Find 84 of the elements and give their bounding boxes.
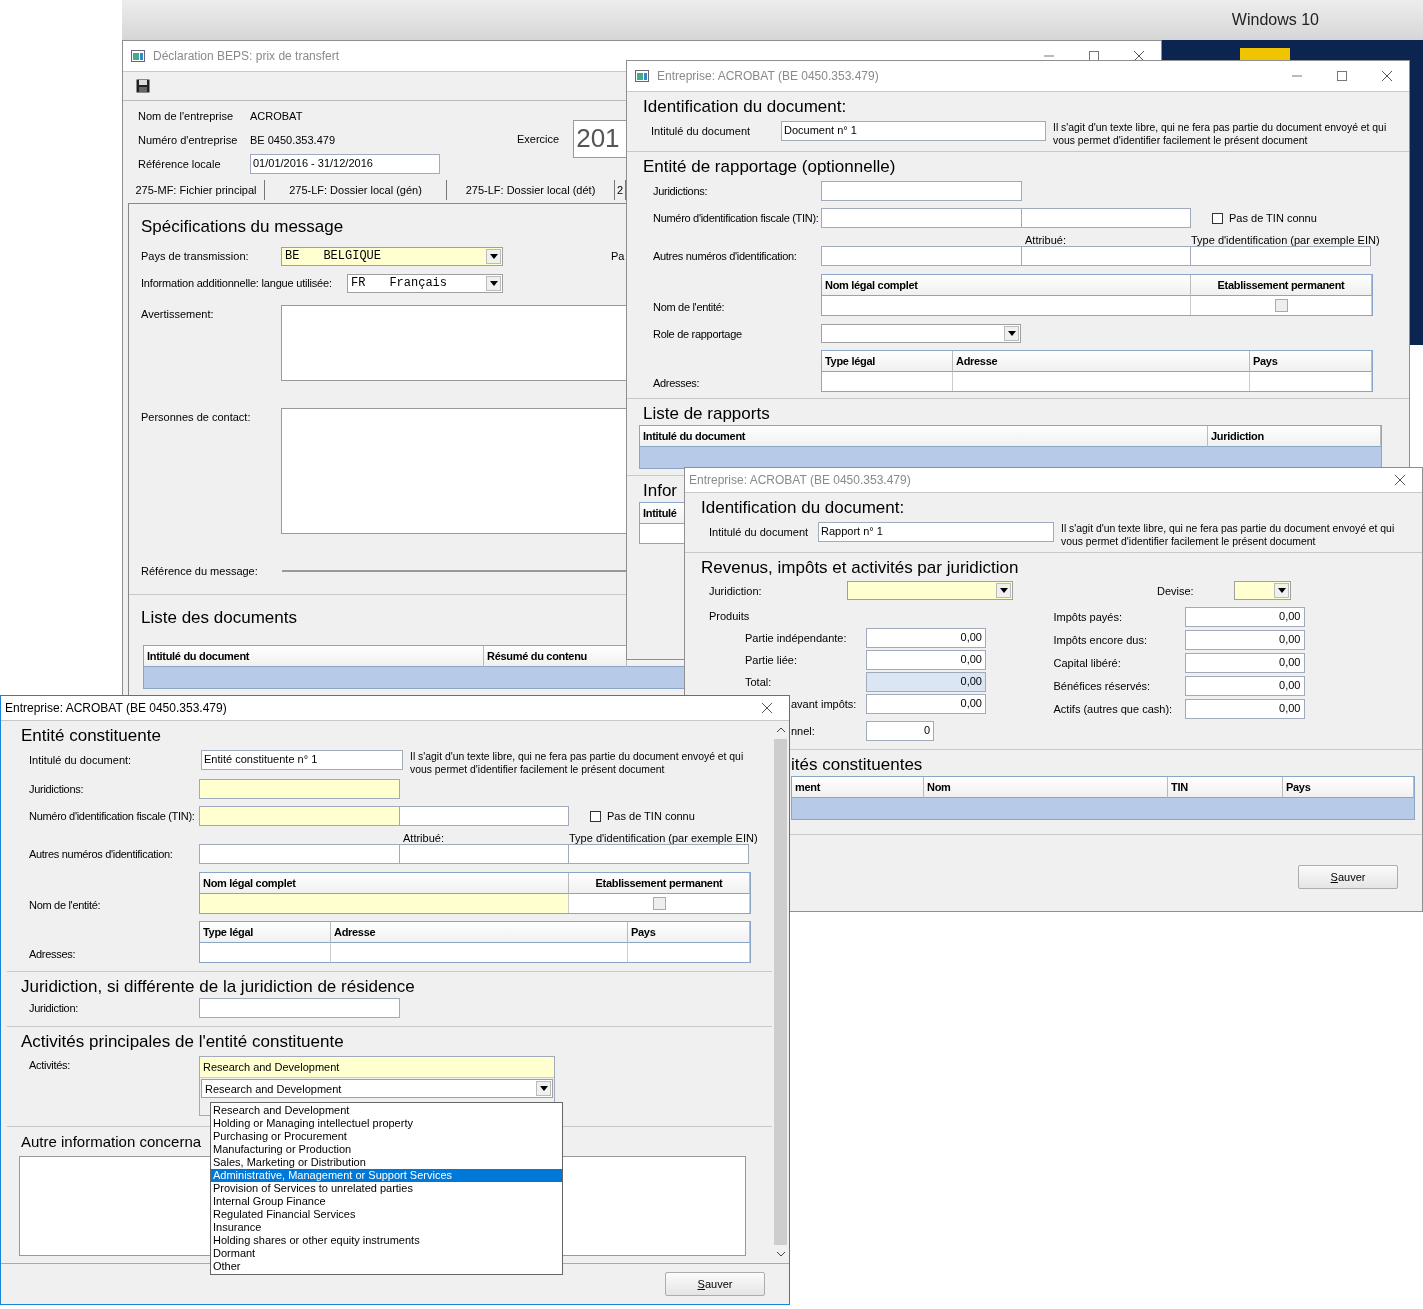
- group-label: Produits: [708, 610, 750, 622]
- hint-text: Il s'agit d'un texte libre, qui ne fera pas partie du document envoyé et qui vous permet d'identifier facilement le présent document: [410, 750, 745, 776]
- column-label: Attribué:: [403, 832, 445, 844]
- column-header: TIN: [1168, 777, 1283, 798]
- column-header: Nom légal complet: [200, 873, 569, 894]
- section-heading: Liste des documents: [141, 607, 297, 629]
- field-label: Pays de transmission:: [141, 250, 250, 262]
- field-label: Intitulé du document:: [28, 753, 133, 766]
- field-label: Juridiction:: [709, 584, 763, 597]
- column-header: Type légal: [200, 922, 331, 943]
- os-label: Windows 10: [1231, 11, 1319, 29]
- field-label: Numéro d'entreprise: [138, 134, 239, 146]
- section-heading: Entité constituente: [21, 725, 161, 747]
- window-title: Entreprise: ACROBAT (BE 0450.353.479): [657, 69, 879, 83]
- field-label: Référence locale: [138, 158, 222, 170]
- field-label: Impôts encore dus:: [1053, 633, 1149, 646]
- column-header: Intitulé du document: [640, 426, 1208, 447]
- column-header: Intitulé du document: [144, 646, 484, 667]
- field-label: Juridiction:: [28, 1002, 79, 1014]
- column-label: Type d'identification (par exemple EIN): [569, 832, 758, 844]
- field-value: ACROBAT: [250, 110, 303, 122]
- section-heading: Infor: [643, 480, 678, 502]
- section-heading: Identification du document:: [643, 96, 847, 118]
- column-header: Pays: [1250, 351, 1372, 372]
- column-header: ment: [792, 777, 924, 798]
- checkbox-label: Pas de TIN connu: [607, 810, 695, 822]
- section-heading: Liste de rapports: [643, 403, 770, 425]
- column-header: Type légal: [822, 351, 953, 372]
- checkbox-label: Pas de TIN connu: [1229, 212, 1317, 224]
- field-label: Bénéfices réservés:: [1053, 679, 1152, 692]
- section-heading: ités constituentes: [791, 754, 923, 776]
- field-label: avant impôts:: [791, 698, 858, 710]
- section-heading: Activités principales de l'entité constituente: [21, 1031, 344, 1053]
- window-title: Déclaration BEPS: prix de transfert: [153, 49, 340, 63]
- field-label: Autres numéros d'identification:: [28, 848, 174, 860]
- field-label: Impôts payés:: [1053, 610, 1123, 623]
- field-label: Adresses:: [652, 377, 701, 391]
- field-label: Exercice: [517, 133, 560, 145]
- field-label: Référence du message:: [141, 564, 259, 577]
- field-label: Intitulé du document: [650, 124, 752, 137]
- column-header: Juridiction: [1208, 426, 1381, 447]
- column-header: Etablissement permanent: [1191, 275, 1372, 296]
- field-label: Information additionnelle: langue utilisée:: [141, 277, 333, 289]
- window-title: Entreprise: ACROBAT (BE 0450.353.479): [5, 701, 227, 715]
- field-label: Capital libéré:: [1053, 656, 1122, 669]
- column-header: Nom légal complet: [822, 275, 1191, 296]
- field-label: Juridictions:: [28, 783, 85, 795]
- field-label: Pa: [611, 250, 625, 262]
- column-label: Attribué:: [1025, 234, 1067, 246]
- field-label: Numéro d'identification fiscale (TIN):: [28, 810, 196, 822]
- field-label: Juridictions:: [652, 185, 709, 197]
- section-heading: Spécifications du message: [141, 216, 344, 238]
- window-title: Entreprise: ACROBAT (BE 0450.353.479): [689, 473, 911, 487]
- column-header: Nom: [924, 777, 1168, 798]
- field-label: Partie liée:: [744, 654, 798, 666]
- section-heading: Autre information concerna: [21, 1132, 202, 1152]
- field-label: Partie indépendante:: [744, 632, 848, 644]
- field-label: Avertissement:: [141, 307, 215, 322]
- field-value: BE 0450.353.479: [250, 134, 336, 146]
- field-label: Nom de l'entreprise: [138, 110, 235, 122]
- field-label: Devise:: [1157, 584, 1195, 597]
- hint-text: Il s'agit d'un texte libre, qui ne fera pas partie du document envoyé et qui vous permet d'identifier facilement le présent document: [1053, 121, 1388, 147]
- column-header: Pays: [1283, 777, 1414, 798]
- field-label: Role de rapportage: [652, 327, 743, 340]
- column-label: Type d'identification (par exemple EIN): [1191, 234, 1380, 246]
- field-label: nnel:: [791, 725, 816, 737]
- column-header: Etablissement permanent: [569, 873, 750, 894]
- section-heading: Juridiction, si différente de la juridiction de résidence: [21, 976, 415, 998]
- field-label: Nom de l'entité:: [652, 301, 726, 315]
- column-header: Pays: [628, 922, 750, 943]
- field-label: Activités:: [28, 1058, 71, 1071]
- section-heading: Entité de rapportage (optionnelle): [643, 156, 896, 178]
- field-label: Adresses:: [28, 948, 77, 962]
- field-label: Intitulé du document: [708, 525, 810, 538]
- field-label: Nom de l'entité:: [28, 899, 102, 913]
- column-header: Adresse: [331, 922, 628, 943]
- field-label: Actifs (autres que cash):: [1053, 702, 1174, 715]
- field-label: Personnes de contact:: [141, 410, 252, 425]
- field-label: Total:: [744, 676, 773, 688]
- section-heading: Revenus, impôts et activités par juridiction: [701, 557, 1019, 579]
- column-header: Adresse: [953, 351, 1250, 372]
- field-label: Numéro d'identification fiscale (TIN):: [652, 212, 820, 224]
- field-label: Autres numéros d'identification:: [652, 250, 798, 262]
- hint-text: Il s'agit d'un texte libre, qui ne fera pas partie du document envoyé et qui vous permet d'identifier facilement le présent document: [1061, 522, 1396, 548]
